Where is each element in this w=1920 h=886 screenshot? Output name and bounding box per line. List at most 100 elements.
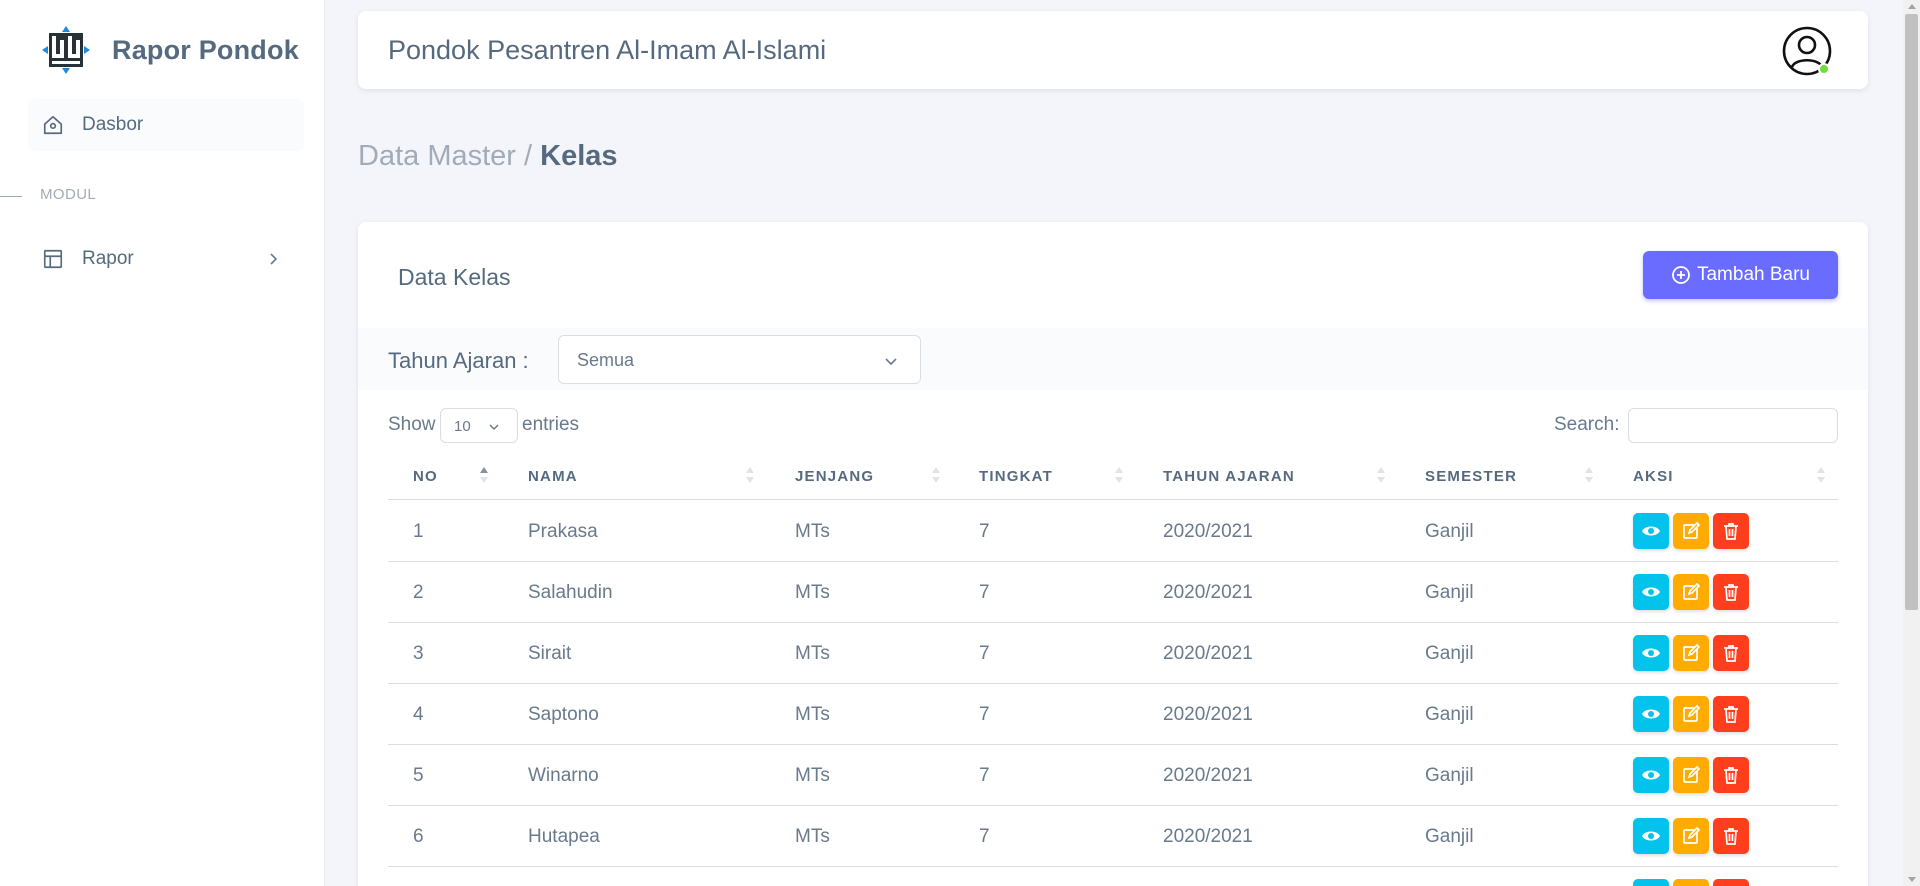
trash-icon [1724, 706, 1738, 723]
column-header-jenjang[interactable]: JENJANG [795, 468, 874, 485]
view-button[interactable] [1633, 879, 1669, 886]
scroll-down-icon[interactable] [1908, 877, 1916, 882]
page-scrollbar[interactable] [1903, 0, 1920, 886]
breadcrumb-current: Kelas [540, 140, 618, 172]
sidebar-item-label: Rapor [82, 248, 134, 269]
column-header-semester[interactable]: SEMESTER [1425, 468, 1517, 485]
cell-semester: Ganjil [1425, 521, 1474, 542]
edit-icon [1683, 643, 1701, 661]
sidebar-item-rapor[interactable]: Rapor [28, 233, 304, 285]
sort-icon[interactable] [931, 464, 941, 486]
edit-icon [1683, 826, 1701, 844]
column-header-aksi[interactable]: AKSI [1633, 468, 1674, 485]
sidebar-item-dasbor[interactable]: Dasbor [28, 99, 304, 151]
view-button[interactable] [1633, 574, 1669, 610]
cell-nama: Saptono [528, 704, 599, 725]
online-status-badge [1818, 63, 1830, 75]
cell-tingkat: 7 [979, 521, 990, 542]
delete-button[interactable] [1713, 879, 1749, 886]
edit-button[interactable] [1673, 696, 1709, 732]
trash-icon [1724, 645, 1738, 662]
sort-asc-icon[interactable] [479, 464, 489, 486]
cell-jenjang: MTs [795, 704, 830, 725]
sidebar: Rapor Pondok Dasbor MODUL Rapor [0, 0, 325, 886]
scrollbar-thumb[interactable] [1905, 14, 1918, 610]
cell-tingkat: 7 [979, 826, 990, 847]
eye-icon [1642, 709, 1660, 719]
edit-button[interactable] [1673, 574, 1709, 610]
tahun-ajaran-select[interactable]: Semua [558, 335, 921, 384]
cell-jenjang: MTs [795, 521, 830, 542]
breadcrumb-parent[interactable]: Data Master / [358, 140, 532, 172]
edit-button[interactable] [1673, 635, 1709, 671]
delete-button[interactable] [1713, 513, 1749, 549]
chevron-right-icon [270, 253, 278, 265]
view-button[interactable] [1633, 696, 1669, 732]
chevron-down-icon [489, 424, 499, 431]
scroll-up-icon[interactable] [1908, 4, 1916, 9]
cell-tahun-ajaran: 2020/2021 [1163, 521, 1253, 542]
sort-icon[interactable] [1584, 464, 1594, 486]
column-header-nama[interactable]: NAMA [528, 468, 578, 485]
cell-jenjang: MTs [795, 765, 830, 786]
column-header-tahun-ajaran[interactable]: TAHUN AJARAN [1163, 468, 1295, 485]
layout-icon [43, 249, 63, 269]
delete-button[interactable] [1713, 757, 1749, 793]
entries-length-select[interactable]: 10 [440, 408, 518, 443]
search-input[interactable] [1628, 408, 1838, 443]
table-row: 4 Saptono MTs 7 2020/2021 Ganjil [388, 684, 1838, 745]
delete-button[interactable] [1713, 818, 1749, 854]
edit-icon [1683, 521, 1701, 539]
sort-icon[interactable] [1376, 464, 1386, 486]
sort-icon[interactable] [1816, 464, 1826, 486]
cell-semester: Ganjil [1425, 765, 1474, 786]
table-row: 1 Prakasa MTs 7 2020/2021 Ganjil [388, 501, 1838, 562]
edit-button[interactable] [1673, 818, 1709, 854]
cell-jenjang: MTs [795, 826, 830, 847]
edit-icon [1683, 704, 1701, 722]
eye-icon [1642, 831, 1660, 841]
cell-semester: Ganjil [1425, 582, 1474, 603]
brand[interactable]: Rapor Pondok [40, 25, 299, 75]
breadcrumb: Data Master / Kelas [358, 140, 618, 173]
column-header-no[interactable]: NO [413, 468, 438, 485]
eye-icon [1642, 770, 1660, 780]
view-button[interactable] [1633, 513, 1669, 549]
cell-nama: Hutapea [528, 826, 600, 847]
search-label: Search: [1554, 414, 1620, 435]
trash-icon [1724, 767, 1738, 784]
table-row: 6 Hutapea MTs 7 2020/2021 Ganjil [388, 806, 1838, 867]
cell-semester: Ganjil [1425, 826, 1474, 847]
table-row: 3 Sirait MTs 7 2020/2021 Ganjil [388, 623, 1838, 684]
cell-nama: Salahudin [528, 582, 613, 603]
eye-icon [1642, 648, 1660, 658]
edit-button[interactable] [1673, 757, 1709, 793]
sort-icon[interactable] [745, 464, 755, 486]
table-row [388, 867, 1838, 886]
cell-tahun-ajaran: 2020/2021 [1163, 643, 1253, 664]
sort-icon[interactable] [1114, 464, 1124, 486]
edit-button[interactable] [1673, 513, 1709, 549]
filter-label: Tahun Ajaran : [388, 348, 529, 373]
delete-button[interactable] [1713, 635, 1749, 671]
view-button[interactable] [1633, 818, 1669, 854]
section-header-modul: MODUL [40, 186, 97, 203]
cell-no: 6 [413, 826, 424, 847]
delete-button[interactable] [1713, 696, 1749, 732]
column-header-tingkat[interactable]: TINGKAT [979, 468, 1053, 485]
table-row: 5 Winarno MTs 7 2020/2021 Ganjil [388, 745, 1838, 806]
add-new-button[interactable]: Tambah Baru [1643, 251, 1838, 299]
view-button[interactable] [1633, 635, 1669, 671]
entries-label: entries [522, 414, 580, 435]
cell-nama: Prakasa [528, 521, 598, 542]
view-button[interactable] [1633, 757, 1669, 793]
edit-button[interactable] [1673, 879, 1709, 886]
delete-button[interactable] [1713, 574, 1749, 610]
section-divider [0, 196, 22, 197]
eye-icon [1642, 587, 1660, 597]
table-row: 2 Salahudin MTs 7 2020/2021 Ganjil [388, 562, 1838, 623]
table-header-row: NO NAMA JENJANG TINGKAT TAHUN AJARAN SEM… [388, 450, 1838, 500]
cell-tahun-ajaran: 2020/2021 [1163, 765, 1253, 786]
trash-icon [1724, 828, 1738, 845]
cell-tahun-ajaran: 2020/2021 [1163, 582, 1253, 603]
